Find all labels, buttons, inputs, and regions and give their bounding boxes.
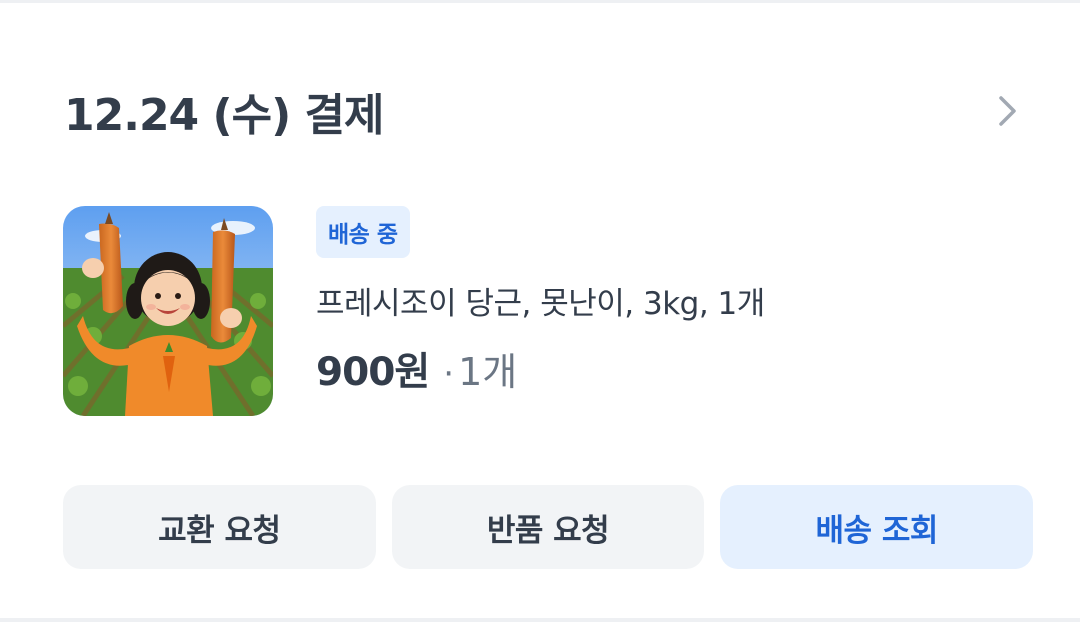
order-header[interactable]: 12.24 (수) 결제 <box>64 81 1024 141</box>
exchange-request-button[interactable]: 교환 요청 <box>63 485 376 569</box>
product-quantity: 1개 <box>458 350 518 394</box>
track-delivery-button[interactable]: 배송 조회 <box>720 485 1034 569</box>
bottom-divider <box>0 618 1080 622</box>
chevron-right-icon[interactable] <box>992 95 1024 127</box>
status-badge: 배송 중 <box>316 206 410 258</box>
order-actions: 교환 요청 반품 요청 배송 조회 <box>63 485 1034 569</box>
return-request-button[interactable]: 반품 요청 <box>391 485 705 569</box>
product-price: 900원 <box>316 350 430 395</box>
product-name[interactable]: 프레시조이 당근, 못난이, 3kg, 1개 <box>316 278 1016 323</box>
order-date-title: 12.24 (수) 결제 <box>64 90 384 141</box>
order-item-info: 배송 중 프레시조이 당근, 못난이, 3kg, 1개 900원 · 1개 <box>316 206 1016 397</box>
product-image[interactable] <box>63 206 273 416</box>
quantity-separator: · <box>443 354 455 394</box>
order-card: 12.24 (수) 결제 배송 중 프레시조이 당근, 못난이, 3kg, 1개… <box>0 3 1080 618</box>
price-row: 900원 · 1개 <box>316 341 1016 397</box>
